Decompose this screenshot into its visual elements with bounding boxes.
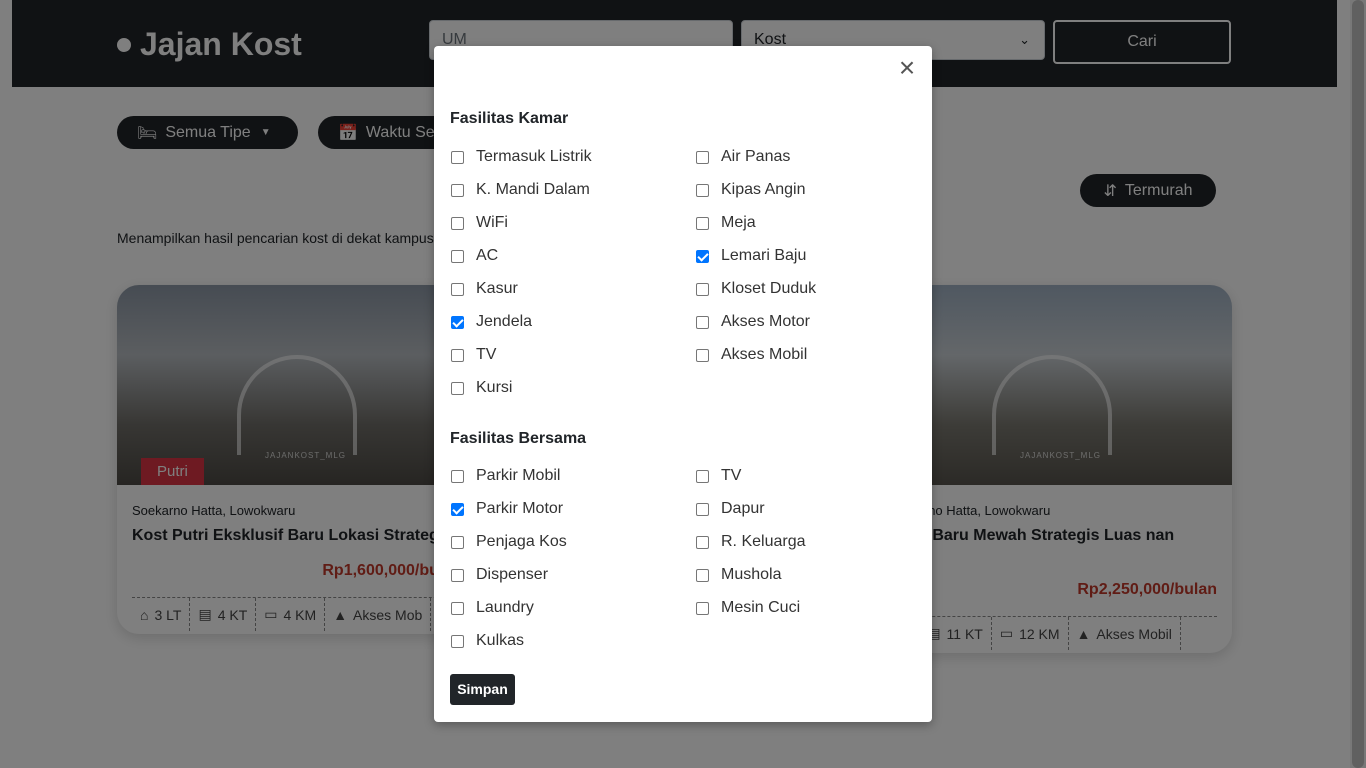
close-icon[interactable]: × [896, 54, 918, 82]
facility-label[interactable]: TV [476, 346, 496, 364]
facility-option[interactable]: Dispenser [450, 565, 548, 585]
facility-option[interactable]: Dapur [695, 499, 765, 519]
facility-option[interactable]: Jendela [450, 312, 532, 332]
facility-option[interactable]: Kipas Angin [695, 180, 806, 200]
facility-label[interactable]: R. Keluarga [721, 533, 806, 551]
facility-checkbox[interactable] [451, 568, 464, 582]
facility-option[interactable]: Kursi [450, 378, 512, 398]
facility-checkbox[interactable] [696, 568, 709, 582]
facility-label[interactable]: TV [721, 467, 741, 485]
facility-option[interactable]: AC [450, 246, 498, 266]
facility-label[interactable]: Akses Motor [721, 313, 810, 331]
facility-checkbox[interactable] [696, 469, 709, 483]
facility-label[interactable]: Laundry [476, 599, 534, 617]
facility-label[interactable]: Kloset Duduk [721, 280, 816, 298]
facility-label[interactable]: Air Panas [721, 148, 790, 166]
facility-option[interactable]: TV [450, 345, 496, 365]
facility-label[interactable]: Dapur [721, 500, 765, 518]
facility-option[interactable]: Penjaga Kos [450, 532, 567, 552]
facility-label[interactable]: Meja [721, 214, 756, 232]
facility-checkbox[interactable] [451, 634, 464, 648]
facility-checkbox[interactable] [451, 601, 464, 615]
facility-checkbox[interactable] [451, 183, 464, 197]
facility-option[interactable]: Mesin Cuci [695, 598, 800, 618]
facility-checkbox[interactable] [451, 381, 464, 395]
facility-checkbox[interactable] [451, 150, 464, 164]
facility-checkbox[interactable] [696, 315, 709, 329]
facility-checkbox[interactable] [696, 348, 709, 362]
save-button[interactable]: Simpan [450, 674, 515, 705]
facilities-modal: × Fasilitas Kamar Termasuk Listrik K. Man… [434, 46, 932, 722]
facility-checkbox[interactable] [451, 249, 464, 263]
facility-option[interactable]: Kasur [450, 279, 518, 299]
facility-label[interactable]: AC [476, 247, 498, 265]
facility-label[interactable]: Termasuk Listrik [476, 148, 592, 166]
facility-checkbox[interactable] [696, 601, 709, 615]
facility-checkbox[interactable] [696, 216, 709, 230]
facility-label[interactable]: Parkir Mobil [476, 467, 560, 485]
section-title-kamar: Fasilitas Kamar [450, 110, 569, 127]
facility-option[interactable]: K. Mandi Dalam [450, 180, 590, 200]
facility-checkbox[interactable] [696, 282, 709, 296]
facility-label[interactable]: Lemari Baju [721, 247, 806, 265]
facility-checkbox[interactable] [696, 183, 709, 197]
facility-checkbox[interactable] [696, 150, 709, 164]
facility-checkbox[interactable] [451, 535, 464, 549]
facility-label[interactable]: Parkir Motor [476, 500, 563, 518]
facility-option[interactable]: Parkir Motor [450, 499, 563, 519]
facility-label[interactable]: Mushola [721, 566, 781, 584]
facility-option[interactable]: TV [695, 466, 741, 486]
facility-checkbox[interactable] [696, 535, 709, 549]
facility-option[interactable]: WiFi [450, 213, 508, 233]
facility-label[interactable]: WiFi [476, 214, 508, 232]
facility-label[interactable]: Kursi [476, 379, 512, 397]
facility-label[interactable]: Dispenser [476, 566, 548, 584]
facility-option[interactable]: Termasuk Listrik [450, 147, 592, 167]
facility-option[interactable]: Akses Motor [695, 312, 810, 332]
facility-checkbox[interactable] [696, 502, 709, 516]
facility-checkbox[interactable] [696, 249, 709, 263]
facility-option[interactable]: Kloset Duduk [695, 279, 816, 299]
facility-option[interactable]: Air Panas [695, 147, 790, 167]
facility-option[interactable]: Kulkas [450, 631, 524, 651]
facility-checkbox[interactable] [451, 216, 464, 230]
facility-option[interactable]: Parkir Mobil [450, 466, 560, 486]
facility-label[interactable]: Akses Mobil [721, 346, 807, 364]
facility-label[interactable]: Kulkas [476, 632, 524, 650]
facility-label[interactable]: Jendela [476, 313, 532, 331]
facility-checkbox[interactable] [451, 282, 464, 296]
facility-option[interactable]: Meja [695, 213, 756, 233]
facility-option[interactable]: R. Keluarga [695, 532, 806, 552]
facility-label[interactable]: Kipas Angin [721, 181, 806, 199]
facility-option[interactable]: Akses Mobil [695, 345, 807, 365]
facility-option[interactable]: Mushola [695, 565, 781, 585]
facility-checkbox[interactable] [451, 502, 464, 516]
section-title-bersama: Fasilitas Bersama [450, 430, 587, 447]
facility-option[interactable]: Lemari Baju [695, 246, 806, 266]
facility-option[interactable]: Laundry [450, 598, 534, 618]
facility-checkbox[interactable] [451, 348, 464, 362]
facility-checkbox[interactable] [451, 315, 464, 329]
facility-label[interactable]: Mesin Cuci [721, 599, 800, 617]
facility-label[interactable]: Penjaga Kos [476, 533, 567, 551]
facility-checkbox[interactable] [451, 469, 464, 483]
facility-label[interactable]: K. Mandi Dalam [476, 181, 590, 199]
facility-label[interactable]: Kasur [476, 280, 518, 298]
